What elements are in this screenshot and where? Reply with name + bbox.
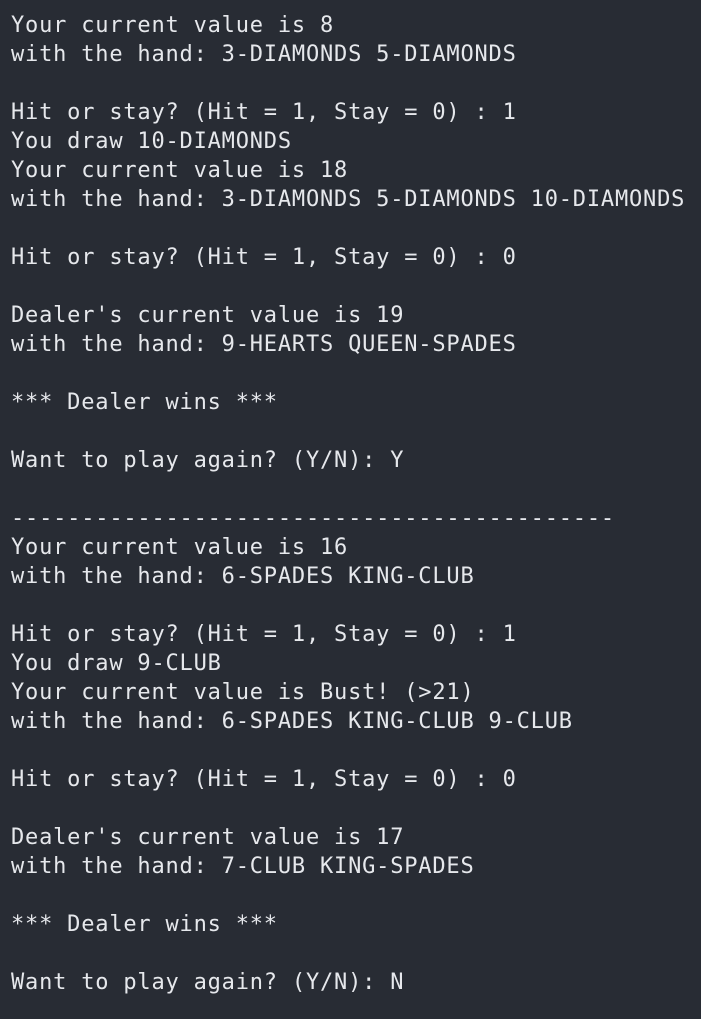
- terminal-line: *** Dealer wins ***: [11, 912, 278, 937]
- terminal-line: ----------------------------------------…: [11, 506, 615, 531]
- terminal-line: Hit or stay? (Hit = 1, Stay = 0) : 1: [11, 622, 517, 647]
- terminal-line: Hit or stay? (Hit = 1, Stay = 0) : 1: [11, 100, 517, 125]
- terminal-line: Want to play again? (Y/N): N: [11, 970, 405, 995]
- terminal-line: with the hand: 6-SPADES KING-CLUB: [11, 564, 475, 589]
- terminal-output[interactable]: Your current value is 8 with the hand: 3…: [0, 0, 701, 1019]
- terminal-line: Your current value is 18: [11, 158, 349, 183]
- terminal-line: *** Dealer wins ***: [11, 390, 278, 415]
- terminal-line: Hit or stay? (Hit = 1, Stay = 0) : 0: [11, 245, 517, 270]
- terminal-line: with the hand: 9-HEARTS QUEEN-SPADES: [11, 332, 517, 357]
- terminal-line: with the hand: 7-CLUB KING-SPADES: [11, 854, 475, 879]
- terminal-line: with the hand: 6-SPADES KING-CLUB 9-CLUB: [11, 709, 573, 734]
- terminal-line: You draw 9-CLUB: [11, 651, 222, 676]
- terminal-line: with the hand: 3-DIAMONDS 5-DIAMONDS: [11, 42, 517, 67]
- terminal-line: Your current value is 16: [11, 535, 349, 560]
- terminal-line: Dealer's current value is 17: [11, 825, 405, 850]
- terminal-line: Dealer's current value is 19: [11, 303, 405, 328]
- terminal-line: Your current value is 8: [11, 13, 335, 38]
- terminal-line: Want to play again? (Y/N): Y: [11, 448, 405, 473]
- terminal-line: You draw 10-DIAMONDS: [11, 129, 292, 154]
- terminal-line: with the hand: 3-DIAMONDS 5-DIAMONDS 10-…: [11, 187, 686, 212]
- terminal-line: Hit or stay? (Hit = 1, Stay = 0) : 0: [11, 767, 517, 792]
- terminal-line: Your current value is Bust! (>21): [11, 680, 475, 705]
